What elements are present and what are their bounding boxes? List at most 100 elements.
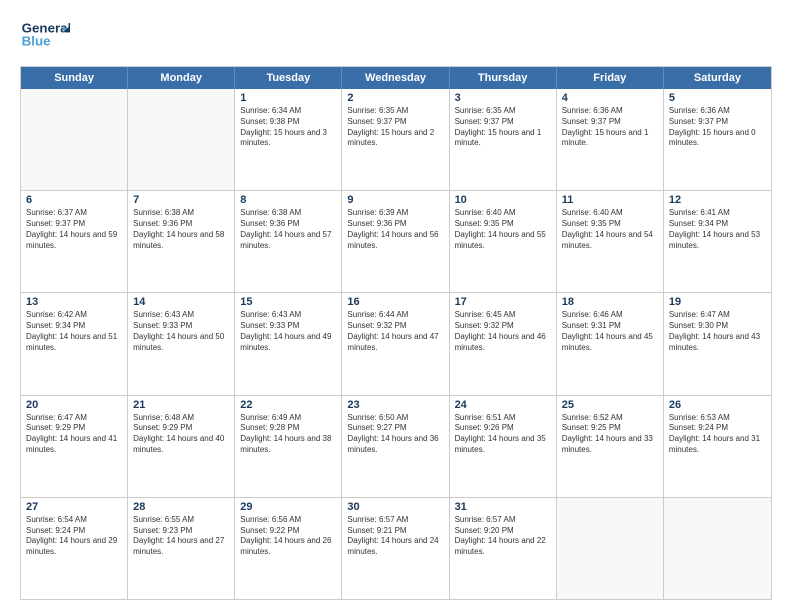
empty-cell <box>21 89 128 190</box>
day-number: 15 <box>240 296 336 308</box>
day-cell-23: 23Sunrise: 6:50 AMSunset: 9:27 PMDayligh… <box>342 396 449 497</box>
day-cell-12: 12 Sunrise: 6:41 AMSunset: 9:34 PMDayligh… <box>664 191 771 292</box>
day-number: 25 <box>562 399 658 411</box>
empty-cell <box>557 498 664 599</box>
cell-info: Sunrise: 6:42 AMSunset: 9:34 PMDaylight:… <box>26 310 122 353</box>
page: General Blue SundayMondayTuesdayWednesda… <box>0 0 792 612</box>
weekday-header-thursday: Thursday <box>450 67 557 89</box>
day-cell-7: 7 Sunrise: 6:38 AMSunset: 9:36 PMDaylight… <box>128 191 235 292</box>
day-cell-14: 14 Sunrise: 6:43 AMSunset: 9:33 PMDayligh… <box>128 293 235 394</box>
header: General Blue <box>20 16 772 56</box>
day-number: 20 <box>26 399 122 411</box>
cell-info: Sunrise: 6:50 AMSunset: 9:27 PMDaylight:… <box>347 413 443 456</box>
day-cell-31: 31 Sunrise: 6:57 AMSunset: 9:20 PMDayligh… <box>450 498 557 599</box>
day-number: 17 <box>455 296 551 308</box>
day-cell-4: 4Sunrise: 6:36 AMSunset: 9:37 PMDaylight… <box>557 89 664 190</box>
cell-info: Sunrise: 6:57 AMSunset: 9:20 PMDaylight:… <box>455 515 551 558</box>
day-cell-13: 13 Sunrise: 6:42 AMSunset: 9:34 PMDayligh… <box>21 293 128 394</box>
cell-info: Sunrise: 6:39 AMSunset: 9:36 PMDaylight:… <box>347 208 443 251</box>
day-cell-17: 17 Sunrise: 6:45 AMSunset: 9:32 PMDayligh… <box>450 293 557 394</box>
day-cell-15: 15 Sunrise: 6:43 AMSunset: 9:33 PMDayligh… <box>235 293 342 394</box>
day-cell-10: 10Sunrise: 6:40 AMSunset: 9:35 PMDayligh… <box>450 191 557 292</box>
day-cell-8: 8 Sunrise: 6:38 AMSunset: 9:36 PMDaylight… <box>235 191 342 292</box>
cell-info: Sunrise: 6:53 AMSunset: 9:24 PMDaylight:… <box>669 413 766 456</box>
day-number: 5 <box>669 92 766 104</box>
weekday-header-sunday: Sunday <box>21 67 128 89</box>
cell-info: Sunrise: 6:37 AMSunset: 9:37 PMDaylight:… <box>26 208 122 251</box>
cell-info: Sunrise: 6:47 AMSunset: 9:30 PMDaylight:… <box>669 310 766 353</box>
day-number: 30 <box>347 501 443 513</box>
day-cell-20: 20Sunrise: 6:47 AMSunset: 9:29 PMDayligh… <box>21 396 128 497</box>
cell-info: Sunrise: 6:49 AMSunset: 9:28 PMDaylight:… <box>240 413 336 456</box>
day-number: 3 <box>455 92 551 104</box>
day-cell-26: 26 Sunrise: 6:53 AMSunset: 9:24 PMDayligh… <box>664 396 771 497</box>
day-number: 26 <box>669 399 766 411</box>
cell-info: Sunrise: 6:44 AMSunset: 9:32 PMDaylight:… <box>347 310 443 353</box>
day-cell-16: 16 Sunrise: 6:44 AMSunset: 9:32 PMDayligh… <box>342 293 449 394</box>
day-number: 14 <box>133 296 229 308</box>
calendar-row-2: 13 Sunrise: 6:42 AMSunset: 9:34 PMDayligh… <box>21 292 771 394</box>
weekday-header-saturday: Saturday <box>664 67 771 89</box>
cell-info: Sunrise: 6:40 AMSunset: 9:35 PMDaylight:… <box>562 208 658 251</box>
cell-info: Sunrise: 6:43 AMSunset: 9:33 PMDaylight:… <box>240 310 336 353</box>
cell-info: Sunrise: 6:34 AMSunset: 9:38 PMDaylight:… <box>240 106 336 149</box>
calendar-row-4: 27Sunrise: 6:54 AMSunset: 9:24 PMDayligh… <box>21 497 771 599</box>
cell-info: Sunrise: 6:36 AMSunset: 9:37 PMDaylight:… <box>669 106 766 149</box>
day-number: 16 <box>347 296 443 308</box>
day-cell-22: 22 Sunrise: 6:49 AMSunset: 9:28 PMDayligh… <box>235 396 342 497</box>
day-number: 7 <box>133 194 229 206</box>
cell-info: Sunrise: 6:38 AMSunset: 9:36 PMDaylight:… <box>133 208 229 251</box>
day-number: 9 <box>347 194 443 206</box>
day-number: 1 <box>240 92 336 104</box>
day-number: 24 <box>455 399 551 411</box>
day-cell-3: 3 Sunrise: 6:35 AMSunset: 9:37 PMDaylight… <box>450 89 557 190</box>
day-cell-1: 1 Sunrise: 6:34 AMSunset: 9:38 PMDaylight… <box>235 89 342 190</box>
day-number: 13 <box>26 296 122 308</box>
cell-info: Sunrise: 6:35 AMSunset: 9:37 PMDaylight:… <box>455 106 551 149</box>
day-cell-19: 19 Sunrise: 6:47 AMSunset: 9:30 PMDayligh… <box>664 293 771 394</box>
cell-info: Sunrise: 6:52 AMSunset: 9:25 PMDaylight:… <box>562 413 658 456</box>
cell-info: Sunrise: 6:43 AMSunset: 9:33 PMDaylight:… <box>133 310 229 353</box>
svg-text:Blue: Blue <box>22 34 51 49</box>
cell-info: Sunrise: 6:48 AMSunset: 9:29 PMDaylight:… <box>133 413 229 456</box>
day-cell-24: 24Sunrise: 6:51 AMSunset: 9:26 PMDayligh… <box>450 396 557 497</box>
day-cell-5: 5 Sunrise: 6:36 AMSunset: 9:37 PMDaylight… <box>664 89 771 190</box>
day-number: 28 <box>133 501 229 513</box>
day-number: 8 <box>240 194 336 206</box>
day-number: 2 <box>347 92 443 104</box>
day-number: 31 <box>455 501 551 513</box>
day-number: 6 <box>26 194 122 206</box>
cell-info: Sunrise: 6:41 AMSunset: 9:34 PMDaylight:… <box>669 208 766 251</box>
weekday-header-tuesday: Tuesday <box>235 67 342 89</box>
cell-info: Sunrise: 6:46 AMSunset: 9:31 PMDaylight:… <box>562 310 658 353</box>
day-cell-27: 27Sunrise: 6:54 AMSunset: 9:24 PMDayligh… <box>21 498 128 599</box>
day-number: 18 <box>562 296 658 308</box>
cell-info: Sunrise: 6:38 AMSunset: 9:36 PMDaylight:… <box>240 208 336 251</box>
cell-info: Sunrise: 6:56 AMSunset: 9:22 PMDaylight:… <box>240 515 336 558</box>
calendar-row-3: 20Sunrise: 6:47 AMSunset: 9:29 PMDayligh… <box>21 395 771 497</box>
cell-info: Sunrise: 6:55 AMSunset: 9:23 PMDaylight:… <box>133 515 229 558</box>
day-cell-2: 2 Sunrise: 6:35 AMSunset: 9:37 PMDaylight… <box>342 89 449 190</box>
day-number: 12 <box>669 194 766 206</box>
day-number: 22 <box>240 399 336 411</box>
cell-info: Sunrise: 6:35 AMSunset: 9:37 PMDaylight:… <box>347 106 443 149</box>
day-number: 11 <box>562 194 658 206</box>
calendar-row-1: 6 Sunrise: 6:37 AMSunset: 9:37 PMDaylight… <box>21 190 771 292</box>
day-cell-25: 25 Sunrise: 6:52 AMSunset: 9:25 PMDayligh… <box>557 396 664 497</box>
day-number: 29 <box>240 501 336 513</box>
day-number: 4 <box>562 92 658 104</box>
cell-info: Sunrise: 6:45 AMSunset: 9:32 PMDaylight:… <box>455 310 551 353</box>
day-cell-9: 9 Sunrise: 6:39 AMSunset: 9:36 PMDaylight… <box>342 191 449 292</box>
weekday-header-wednesday: Wednesday <box>342 67 449 89</box>
day-cell-28: 28 Sunrise: 6:55 AMSunset: 9:23 PMDayligh… <box>128 498 235 599</box>
day-number: 19 <box>669 296 766 308</box>
cell-info: Sunrise: 6:57 AMSunset: 9:21 PMDaylight:… <box>347 515 443 558</box>
day-cell-21: 21Sunrise: 6:48 AMSunset: 9:29 PMDayligh… <box>128 396 235 497</box>
calendar-body: 1 Sunrise: 6:34 AMSunset: 9:38 PMDaylight… <box>21 89 771 599</box>
calendar: SundayMondayTuesdayWednesdayThursdayFrid… <box>20 66 772 600</box>
day-cell-6: 6 Sunrise: 6:37 AMSunset: 9:37 PMDaylight… <box>21 191 128 292</box>
day-cell-29: 29 Sunrise: 6:56 AMSunset: 9:22 PMDayligh… <box>235 498 342 599</box>
cell-info: Sunrise: 6:40 AMSunset: 9:35 PMDaylight:… <box>455 208 551 251</box>
day-cell-30: 30 Sunrise: 6:57 AMSunset: 9:21 PMDayligh… <box>342 498 449 599</box>
day-cell-11: 11 Sunrise: 6:40 AMSunset: 9:35 PMDayligh… <box>557 191 664 292</box>
